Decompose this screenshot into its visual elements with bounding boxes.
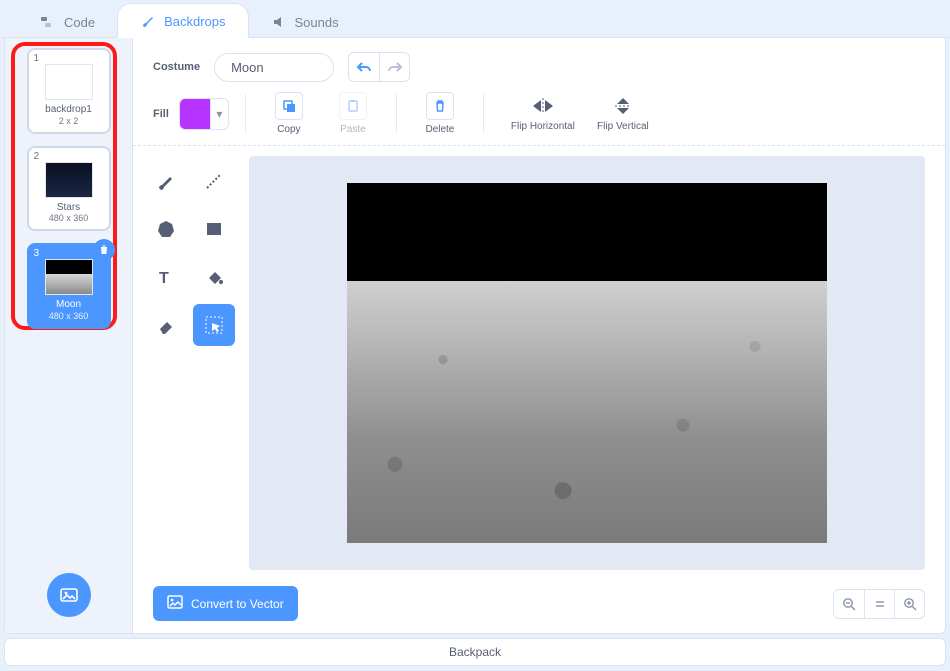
zoom-out-button[interactable] (834, 590, 864, 618)
circle-tool[interactable] (145, 208, 187, 250)
rect-tool[interactable] (193, 208, 235, 250)
backdrop-thumb-selected[interactable]: 3 Moon 480 x 360 (27, 243, 111, 329)
eraser-tool[interactable] (145, 304, 187, 346)
convert-to-vector-button[interactable]: Convert to Vector (153, 586, 298, 621)
flip-v-label: Flip Vertical (597, 121, 649, 132)
canvas[interactable] (249, 156, 925, 570)
convert-label: Convert to Vector (191, 597, 284, 611)
thumb-dim: 480 x 360 (33, 213, 105, 223)
text-tool[interactable]: T (145, 256, 187, 298)
backpack-label: Backpack (449, 645, 501, 659)
tab-code-label: Code (64, 15, 95, 30)
fill-label: Fill (153, 108, 169, 120)
paintbrush-icon (140, 13, 156, 29)
tab-backdrops[interactable]: Backdrops (117, 3, 248, 38)
svg-text:T: T (159, 270, 169, 287)
thumb-name: Stars (33, 202, 105, 214)
tab-sounds-label: Sounds (295, 15, 339, 30)
editor-header: Costume (133, 38, 945, 92)
paste-label: Paste (340, 124, 366, 135)
backdrop-image (347, 183, 827, 543)
image-icon (167, 595, 183, 612)
delete-thumb-button[interactable] (93, 239, 115, 261)
canvas-row: T (133, 146, 945, 578)
fill-color-picker[interactable]: ▾ (179, 98, 229, 130)
code-icon (40, 14, 56, 30)
flip-horizontal-icon (529, 95, 557, 117)
zoom-in-button[interactable] (894, 590, 924, 618)
zoom-reset-button[interactable] (864, 590, 894, 618)
thumb-number: 1 (34, 53, 40, 64)
thumb-preview (45, 162, 93, 198)
delete-label: Delete (425, 124, 454, 135)
select-tool[interactable] (193, 304, 235, 346)
thumb-preview (45, 259, 93, 295)
costume-label: Costume (153, 61, 200, 73)
tab-backdrops-label: Backdrops (164, 14, 225, 29)
brush-tool[interactable] (145, 160, 187, 202)
editor-toolbar: Fill ▾ Copy Paste Delete Flip (133, 92, 945, 146)
zoom-controls (833, 589, 925, 619)
flip-h-label: Flip Horizontal (511, 121, 575, 132)
tool-palette: T (145, 156, 241, 570)
thumb-number: 2 (34, 151, 40, 162)
separator (396, 94, 397, 134)
thumb-dim: 2 x 2 (33, 116, 105, 126)
copy-button[interactable]: Copy (262, 92, 316, 135)
fill-tool[interactable] (193, 256, 235, 298)
line-tool[interactable] (193, 160, 235, 202)
backdrop-thumb[interactable]: 2 Stars 480 x 360 (27, 146, 111, 232)
backdrop-sidebar: 1 backdrop1 2 x 2 2 Stars 480 x 360 3 Mo… (5, 38, 133, 633)
copy-label: Copy (277, 124, 300, 135)
costume-editor: Costume Fill ▾ Copy Paste (133, 38, 945, 633)
flip-horizontal-button[interactable]: Flip Horizontal (500, 95, 586, 132)
backdrop-thumb[interactable]: 1 backdrop1 2 x 2 (27, 48, 111, 134)
thumb-dim: 480 x 360 (33, 311, 105, 321)
redo-button[interactable] (379, 53, 409, 81)
flip-vertical-icon (615, 95, 631, 117)
costume-name-input[interactable] (214, 53, 334, 82)
workarea: 1 backdrop1 2 x 2 2 Stars 480 x 360 3 Mo… (4, 38, 946, 634)
flip-vertical-button[interactable]: Flip Vertical (596, 95, 650, 132)
thumb-name: backdrop1 (33, 104, 105, 116)
undo-redo-group (348, 52, 410, 82)
thumb-name: Moon (33, 299, 105, 311)
undo-button[interactable] (349, 53, 379, 81)
chevron-down-icon: ▾ (210, 99, 228, 129)
copy-icon (275, 92, 303, 120)
backpack-panel[interactable]: Backpack (4, 638, 946, 666)
trash-icon (426, 92, 454, 120)
paste-icon (339, 92, 367, 120)
add-backdrop-button[interactable] (47, 573, 91, 617)
thumb-number: 3 (34, 248, 40, 259)
paste-button: Paste (326, 92, 380, 135)
editor-footer: Convert to Vector (133, 578, 945, 633)
separator (483, 94, 484, 134)
tab-bar: Code Backdrops Sounds (0, 0, 950, 38)
fill-swatch (180, 99, 210, 129)
tab-code[interactable]: Code (18, 5, 117, 38)
delete-button[interactable]: Delete (413, 92, 467, 135)
tab-sounds[interactable]: Sounds (249, 5, 361, 38)
separator (245, 94, 246, 134)
sound-icon (271, 14, 287, 30)
thumb-preview (45, 64, 93, 100)
